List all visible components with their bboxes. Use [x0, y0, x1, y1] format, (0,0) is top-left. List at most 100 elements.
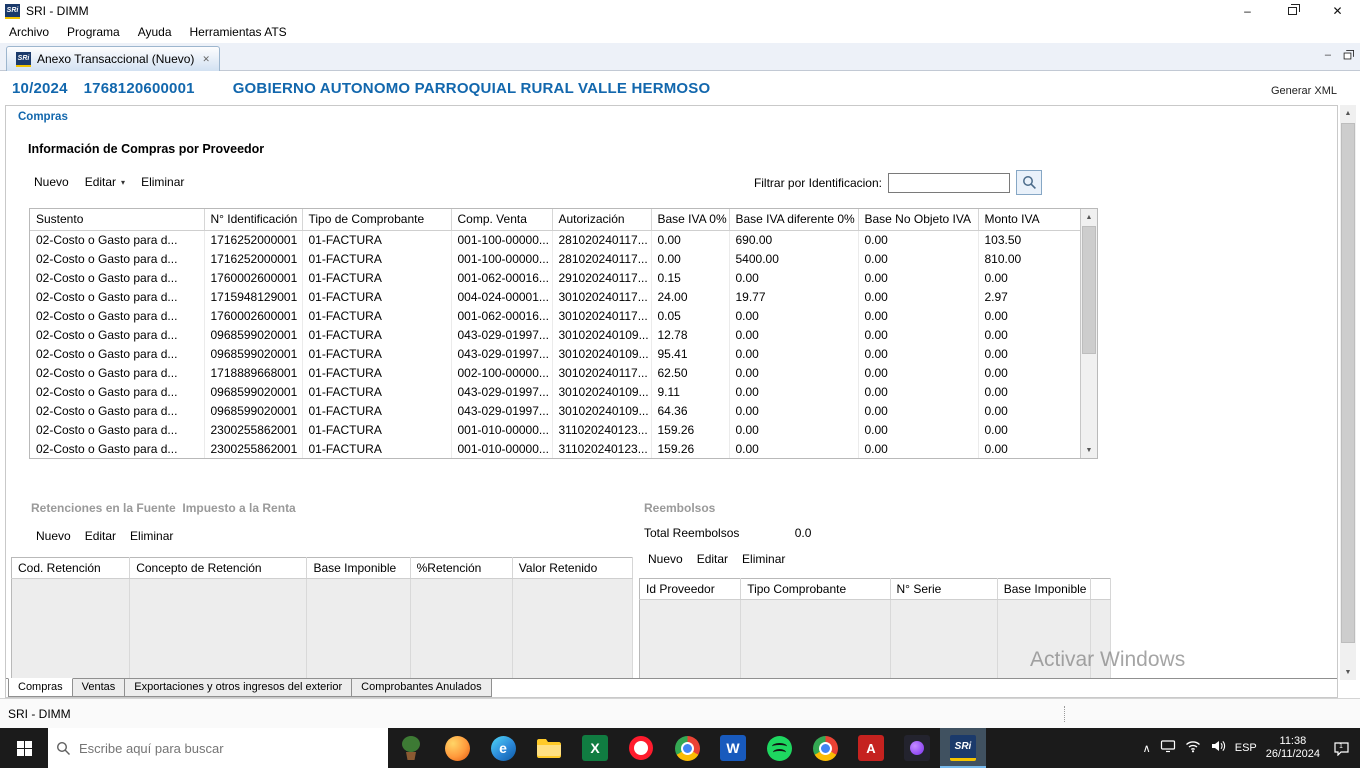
table-cell[interactable]: 0.00	[729, 306, 859, 325]
table-cell[interactable]: 001-010-00000...	[451, 420, 553, 439]
table-cell[interactable]: 043-029-01997...	[451, 344, 553, 363]
taskbar-edge-icon[interactable]: e	[480, 728, 526, 768]
table-cell[interactable]: 02-Costo o Gasto para d...	[30, 287, 205, 306]
table-cell[interactable]: 02-Costo o Gasto para d...	[30, 420, 205, 439]
table-cell[interactable]: 5400.00	[729, 249, 859, 268]
table-cell[interactable]: 0.00	[651, 249, 730, 268]
column-header[interactable]: N° Serie	[890, 578, 998, 600]
table-cell[interactable]: 159.26	[651, 420, 730, 439]
table-cell[interactable]: 301020240109...	[552, 344, 652, 363]
table-row[interactable]: 02-Costo o Gasto para d... 1715948129001 0…	[30, 287, 1081, 306]
table-row[interactable]: 02-Costo o Gasto para d... 1760002600001 0…	[30, 306, 1081, 325]
column-header[interactable]: Monto IVA	[978, 209, 1081, 231]
table-cell[interactable]: 0.00	[978, 344, 1081, 363]
table-cell[interactable]: 103.50	[978, 230, 1081, 249]
column-header[interactable]: Valor Retenido	[512, 557, 634, 579]
table-cell[interactable]: 1760002600001	[204, 306, 303, 325]
table-cell[interactable]: 0.00	[729, 382, 859, 401]
column-header[interactable]: Base No Objeto IVA	[858, 209, 979, 231]
table-cell[interactable]: 2.97	[978, 287, 1081, 306]
table-cell[interactable]: 043-029-01997...	[451, 325, 553, 344]
table-cell[interactable]: 281020240117...	[552, 230, 652, 249]
table-cell[interactable]: 0.00	[978, 439, 1081, 458]
table-row[interactable]: 02-Costo o Gasto para d... 2300255862001 0…	[30, 439, 1081, 458]
taskbar-chrome-icon[interactable]	[664, 728, 710, 768]
table-cell[interactable]: 0.00	[729, 268, 859, 287]
table-cell[interactable]: 001-010-00000...	[451, 439, 553, 458]
table-cell[interactable]: 301020240117...	[552, 363, 652, 382]
table-cell[interactable]: 1716252000001	[204, 249, 303, 268]
clock[interactable]: 11:38 26/11/2024	[1266, 735, 1320, 761]
table-cell[interactable]: 02-Costo o Gasto para d...	[30, 249, 205, 268]
table-cell[interactable]: 0.00	[858, 268, 979, 287]
table-cell[interactable]: 0.00	[729, 344, 859, 363]
column-header[interactable]: Autorización	[552, 209, 652, 231]
table-cell[interactable]: 690.00	[729, 230, 859, 249]
table-cell[interactable]: 0.00	[858, 325, 979, 344]
table-row[interactable]: 02-Costo o Gasto para d... 2300255862001 0…	[30, 420, 1081, 439]
table-cell[interactable]: 159.26	[651, 439, 730, 458]
column-header[interactable]: Tipo Comprobante	[740, 578, 891, 600]
table-cell[interactable]: 0.00	[858, 382, 979, 401]
table-cell[interactable]: 01-FACTURA	[302, 230, 452, 249]
table-cell[interactable]: 301020240117...	[552, 306, 652, 325]
column-header[interactable]: N° Identificación	[204, 209, 303, 231]
display-icon[interactable]	[1160, 739, 1176, 758]
table-cell[interactable]: 301020240109...	[552, 382, 652, 401]
taskbar-search[interactable]	[48, 728, 388, 768]
table-cell[interactable]: 301020240109...	[552, 401, 652, 420]
scrollbar-track[interactable]	[1081, 225, 1097, 442]
table-cell[interactable]: 02-Costo o Gasto para d...	[30, 382, 205, 401]
taskbar-purple-app-icon[interactable]	[894, 728, 940, 768]
main-scroll-up-icon[interactable]: ▲	[1340, 105, 1356, 121]
table-cell[interactable]: 0.00	[729, 401, 859, 420]
hidden-icons-chevron-icon[interactable]: ∧	[1143, 742, 1151, 755]
table-cell[interactable]: 001-100-00000...	[451, 230, 553, 249]
table-cell[interactable]: 301020240117...	[552, 287, 652, 306]
table-cell[interactable]: 64.36	[651, 401, 730, 420]
column-header[interactable]: Base IVA 0%	[651, 209, 730, 231]
reembolsos-editar-button[interactable]: Editar	[697, 552, 728, 566]
table-cell[interactable]: 0968599020001	[204, 382, 303, 401]
table-cell[interactable]: 01-FACTURA	[302, 325, 452, 344]
table-cell[interactable]: 01-FACTURA	[302, 249, 452, 268]
tab-anexo-transaccional[interactable]: SRi Anexo Transaccional (Nuevo) ✕	[6, 46, 220, 71]
table-row[interactable]: 02-Costo o Gasto para d... 0968599020001 0…	[30, 325, 1081, 344]
main-scrollbar-thumb[interactable]	[1341, 123, 1355, 643]
table-cell[interactable]: 0.00	[858, 363, 979, 382]
editar-dropdown-icon[interactable]: ▾	[121, 178, 125, 187]
table-cell[interactable]: 0.00	[651, 230, 730, 249]
reembolsos-nuevo-button[interactable]: Nuevo	[648, 552, 683, 566]
taskbar-chrome-profile-icon[interactable]	[802, 728, 848, 768]
volume-icon[interactable]	[1210, 739, 1226, 758]
table-cell[interactable]: 0.00	[978, 420, 1081, 439]
table-cell[interactable]: 0.00	[858, 439, 979, 458]
table-row[interactable]: 02-Costo o Gasto para d... 1716252000001 0…	[30, 230, 1081, 249]
main-scrollbar-track[interactable]	[1340, 121, 1356, 664]
filter-search-button[interactable]	[1016, 170, 1042, 195]
table-cell[interactable]: 0968599020001	[204, 344, 303, 363]
language-indicator[interactable]: ESP	[1235, 742, 1257, 754]
table-cell[interactable]: 02-Costo o Gasto para d...	[30, 268, 205, 287]
table-cell[interactable]: 9.11	[651, 382, 730, 401]
statusbar-splitter[interactable]	[1064, 706, 1065, 722]
table-cell[interactable]: 02-Costo o Gasto para d...	[30, 401, 205, 420]
main-scrollbar[interactable]: ▲ ▼	[1340, 105, 1356, 680]
table-cell[interactable]: 002-100-00000...	[451, 363, 553, 382]
network-icon[interactable]	[1185, 739, 1201, 758]
table-cell[interactable]: 02-Costo o Gasto para d...	[30, 363, 205, 382]
table-cell[interactable]: 043-029-01997...	[451, 401, 553, 420]
scrollbar-thumb[interactable]	[1082, 226, 1096, 354]
table-cell[interactable]: 0.00	[729, 363, 859, 382]
table-cell[interactable]: 0.00	[978, 382, 1081, 401]
column-header[interactable]: Base IVA diferente 0%	[729, 209, 859, 231]
table-cell[interactable]: 0.00	[729, 325, 859, 344]
table-cell[interactable]: 001-062-00016...	[451, 268, 553, 287]
retenciones-nuevo-button[interactable]: Nuevo	[36, 529, 71, 543]
taskbar-acrobat-icon[interactable]: A	[848, 728, 894, 768]
column-header[interactable]: Base Imponible	[306, 557, 411, 579]
table-cell[interactable]: 301020240109...	[552, 325, 652, 344]
taskbar-plant-app-icon[interactable]	[388, 728, 434, 768]
table-cell[interactable]: 02-Costo o Gasto para d...	[30, 439, 205, 458]
table-cell[interactable]: 311020240123...	[552, 420, 652, 439]
